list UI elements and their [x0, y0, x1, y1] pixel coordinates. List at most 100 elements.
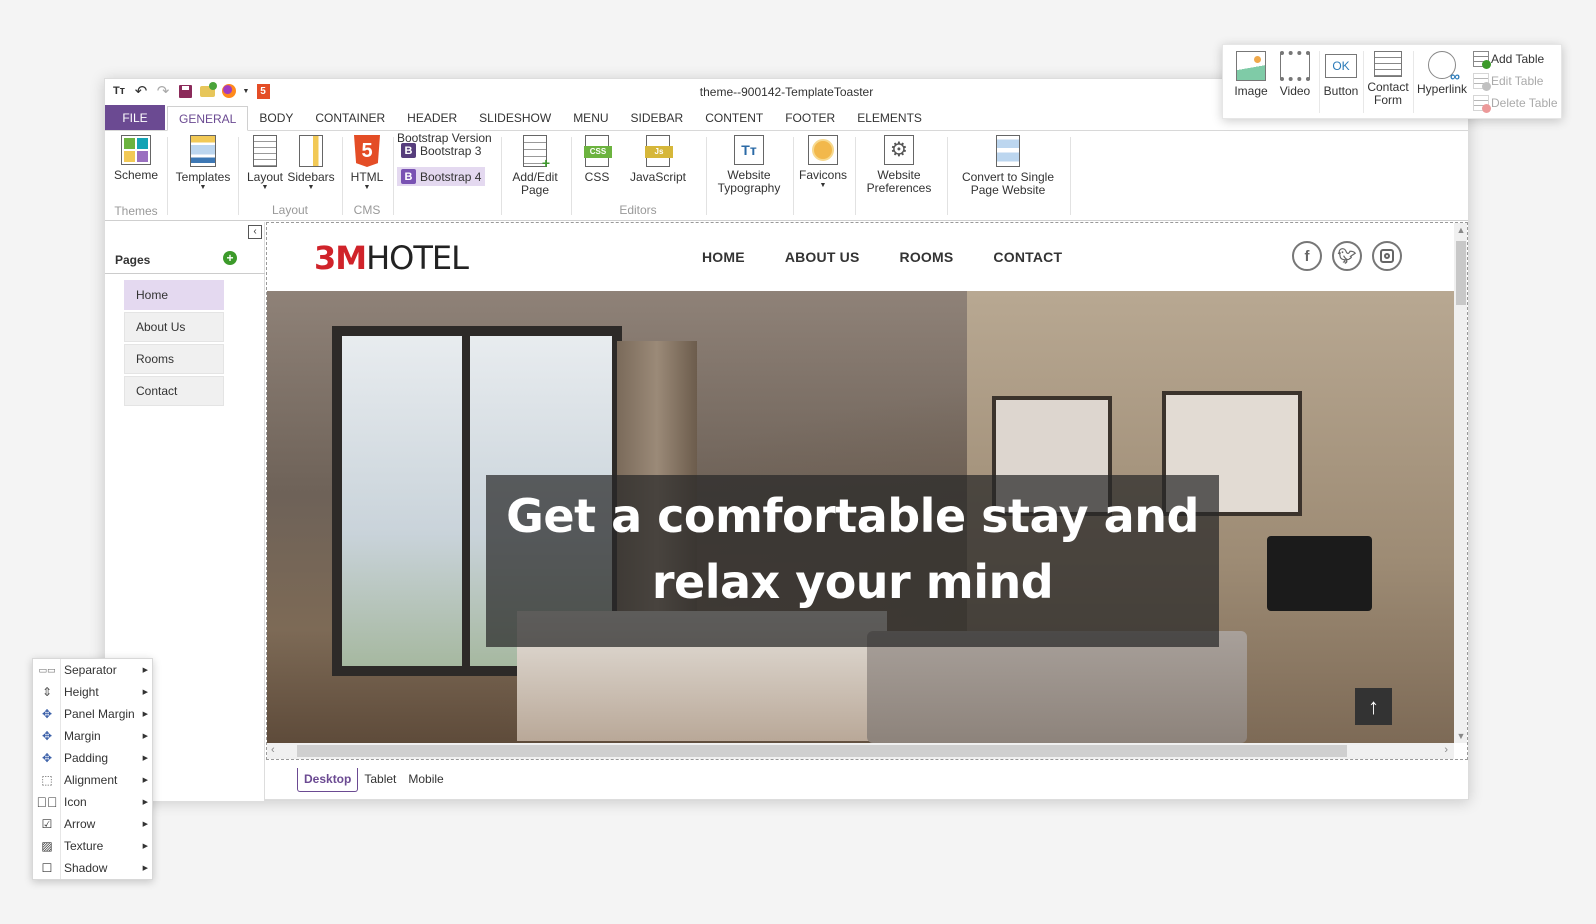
facebook-icon[interactable]: f — [1292, 241, 1322, 271]
menu-item-shadow[interactable]: ☐ Shadow ▶ — [33, 857, 154, 879]
menu-item-icon[interactable]: ✓⃝ Icon ▶ — [33, 791, 154, 813]
site-logo[interactable]: 3MHOTEL — [314, 239, 469, 277]
horizontal-scroll-thumb[interactable] — [297, 745, 1347, 757]
hero-image-lamp — [1267, 536, 1372, 611]
tab-general[interactable]: GENERAL — [167, 106, 249, 131]
texture-icon: ▨ — [41, 839, 53, 853]
chevron-down-icon: ▼ — [363, 184, 371, 191]
scroll-right-icon[interactable]: › — [1444, 744, 1448, 756]
ribbon-divider — [393, 137, 394, 215]
layout-button[interactable]: Layout ▼ — [243, 135, 287, 192]
sidebars-icon — [299, 135, 323, 167]
css-file-icon: CSS — [584, 135, 612, 167]
tab-slideshow[interactable]: SLIDESHOW — [468, 106, 562, 130]
menu-item-height[interactable]: ⇕ Height ▶ — [33, 681, 154, 703]
insert-image-button[interactable]: Image — [1231, 51, 1271, 98]
ribbon-divider — [706, 137, 707, 215]
margin-icon: ✥ — [41, 729, 53, 743]
website-typography-button[interactable]: Tт Website Typography — [711, 135, 787, 195]
scroll-down-icon[interactable]: ▼ — [1454, 731, 1467, 741]
twitter-icon[interactable]: 🐦︎ — [1332, 241, 1362, 271]
delete-table-icon — [1473, 95, 1491, 113]
add-edit-page-button[interactable]: + Add/Edit Page — [505, 135, 565, 197]
insert-contact-form-button[interactable]: Contact Form — [1365, 51, 1411, 107]
tab-body[interactable]: BODY — [248, 106, 304, 130]
tab-tablet[interactable]: Tablet — [358, 768, 403, 792]
menu-item-alignment[interactable]: ⬚ Alignment ▶ — [33, 769, 154, 791]
contact-form-icon — [1374, 51, 1402, 77]
vertical-scrollbar[interactable]: ▲ ▼ — [1454, 223, 1467, 743]
tab-container[interactable]: CONTAINER — [304, 106, 396, 130]
menu-item-margin[interactable]: ✥ Margin ▶ — [33, 725, 154, 747]
design-canvas[interactable]: 3MHOTEL HOME ABOUT US ROOMS CONTACT f 🐦︎ — [266, 222, 1468, 760]
menu-item-panel-margin[interactable]: ✥ Panel Margin ▶ — [33, 703, 154, 725]
menu-item-arrow[interactable]: ☑ Arrow ▶ — [33, 813, 154, 835]
nav-contact[interactable]: CONTACT — [993, 249, 1062, 265]
vertical-scroll-thumb[interactable] — [1456, 241, 1466, 305]
site-nav: HOME ABOUT US ROOMS CONTACT — [702, 249, 1062, 265]
tab-header[interactable]: HEADER — [396, 106, 468, 130]
tab-elements[interactable]: ELEMENTS — [846, 106, 933, 130]
scroll-left-icon[interactable]: ‹ — [271, 744, 275, 756]
scroll-to-top-button[interactable]: ↑ — [1355, 688, 1392, 725]
ribbon-divider — [501, 137, 502, 215]
ribbon-divider — [855, 137, 856, 215]
templates-button[interactable]: Templates ▼ — [173, 135, 233, 192]
bootstrap3-option[interactable]: B Bootstrap 3 — [397, 141, 485, 160]
edit-table-icon — [1473, 73, 1491, 91]
tab-menu[interactable]: MENU — [562, 106, 619, 130]
tab-desktop[interactable]: Desktop — [297, 768, 359, 792]
submenu-arrow-icon: ▶ — [142, 689, 148, 696]
nav-about-us[interactable]: ABOUT US — [785, 249, 860, 265]
page-item-about-us[interactable]: About Us — [124, 312, 224, 342]
tab-content[interactable]: CONTENT — [694, 106, 774, 130]
app-window: Tт ↶ ↷ ▼ 5 theme--900142-TemplateToaster… — [104, 78, 1469, 801]
ok-button-icon: OK — [1325, 54, 1357, 78]
collapse-panel-button[interactable]: ‹ — [248, 225, 262, 239]
chevron-down-icon: ▼ — [819, 182, 827, 189]
tab-mobile[interactable]: Mobile — [402, 768, 450, 792]
javascript-button[interactable]: Js JavaScript — [625, 135, 691, 184]
nav-rooms[interactable]: ROOMS — [900, 249, 954, 265]
menu-item-separator[interactable]: ▭▭ Separator ▶ — [33, 659, 154, 681]
insert-hyperlink-button[interactable]: ∞ Hyperlink — [1415, 51, 1469, 96]
horizontal-scrollbar[interactable]: ‹ › — [267, 743, 1454, 759]
hero-slideshow[interactable]: Get a comfortable stay and relax your mi… — [267, 291, 1454, 743]
website-preferences-button[interactable]: ⚙ Website Preferences — [859, 135, 939, 195]
css-button[interactable]: CSS CSS — [577, 135, 617, 184]
instagram-icon[interactable] — [1372, 241, 1402, 271]
group-label-editors: Editors — [619, 203, 657, 217]
tab-file[interactable]: FILE — [105, 105, 165, 130]
ribbon-divider — [1070, 137, 1071, 215]
scroll-up-icon[interactable]: ▲ — [1454, 225, 1467, 235]
delete-table-button[interactable]: Delete Table — [1473, 95, 1558, 113]
favicons-button[interactable]: Favicons ▼ — [797, 135, 849, 190]
panel-margin-icon: ✥ — [41, 707, 53, 721]
nav-home[interactable]: HOME — [702, 249, 745, 265]
scheme-button[interactable]: Scheme — [113, 135, 159, 182]
page-item-home[interactable]: Home — [124, 280, 224, 310]
html5-icon: 5 — [354, 135, 380, 167]
html-button[interactable]: 5 HTML ▼ — [347, 135, 387, 192]
menu-item-texture[interactable]: ▨ Texture ▶ — [33, 835, 154, 857]
context-menu: ▭▭ Separator ▶ ⇕ Height ▶ ✥ Panel Margin ▶ … — [32, 658, 153, 880]
submenu-arrow-icon: ▶ — [142, 755, 148, 762]
ribbon-divider — [793, 137, 794, 215]
page-item-rooms[interactable]: Rooms — [124, 344, 224, 374]
add-table-button[interactable]: Add Table — [1473, 51, 1544, 69]
chevron-down-icon: ▼ — [261, 184, 269, 191]
tab-sidebar[interactable]: SIDEBAR — [620, 106, 695, 130]
site-header: 3MHOTEL HOME ABOUT US ROOMS CONTACT f 🐦︎ — [267, 223, 1454, 291]
sidebars-button[interactable]: Sidebars ▼ — [287, 135, 335, 192]
add-page-button[interactable]: + — [223, 251, 237, 265]
page-item-contact[interactable]: Contact — [124, 376, 224, 406]
edit-table-button[interactable]: Edit Table — [1473, 73, 1543, 91]
ribbon-divider — [167, 137, 168, 215]
tab-footer[interactable]: FOOTER — [774, 106, 846, 130]
insert-video-button[interactable]: Video — [1275, 51, 1315, 98]
convert-single-page-button[interactable]: Convert to Single Page Website — [953, 135, 1063, 197]
bootstrap4-option[interactable]: B Bootstrap 4 — [397, 167, 486, 186]
insert-button-button[interactable]: OK Button — [1321, 51, 1361, 98]
menu-item-padding[interactable]: ✥ Padding ▶ — [33, 747, 154, 769]
device-tabs: Desktop Tablet Mobile — [297, 768, 450, 792]
